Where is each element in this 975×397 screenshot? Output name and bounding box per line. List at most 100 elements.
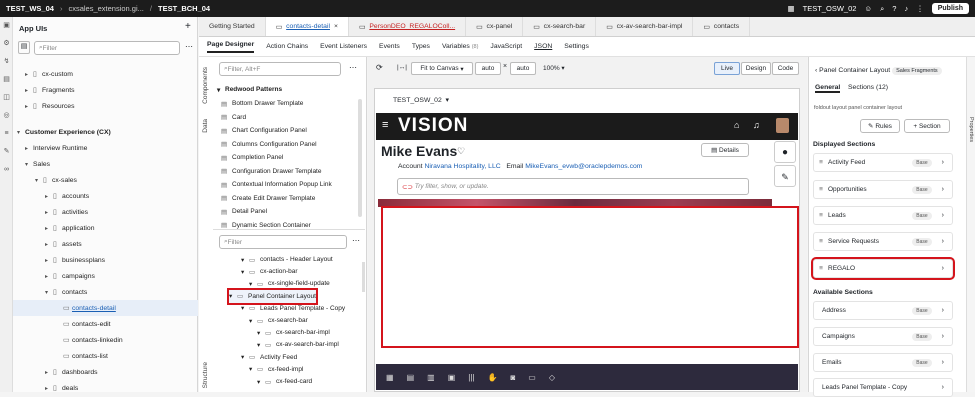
structure-node[interactable]: ▾ ▭ cx-search-bar (249, 314, 308, 327)
home-icon[interactable]: ⌂ (734, 120, 739, 130)
component-item[interactable]: ▤ Detail Panel (221, 205, 267, 218)
structure-node[interactable]: ▾ ▭ contacts - Header Layout (241, 253, 333, 266)
tab-contacts[interactable]: ▭ contacts (693, 17, 751, 36)
more-icon[interactable]: ⋯ (349, 63, 357, 72)
nav-item[interactable]: ▾ ▯ cx-sales (13, 172, 198, 188)
branch-name[interactable]: TEST_BCH_04 (158, 4, 210, 13)
drag-handle-icon[interactable]: ≡ (814, 186, 828, 193)
tab-persondeo[interactable]: ▭ PersonDEO_REGALOColl... (349, 17, 467, 36)
chevron-icon[interactable]: ▸ (45, 225, 53, 232)
nav-item[interactable]: ▸ ▯ application (13, 220, 198, 236)
component-item[interactable]: ▤ Columns Configuration Panel (221, 138, 317, 151)
structure-node[interactable]: ▾ ▭ cx-feed-impl (249, 363, 303, 376)
tab-general[interactable]: General (815, 84, 841, 93)
section-row[interactable]: ≡ Opportunities Base › (813, 180, 953, 199)
tab-types[interactable]: Types (412, 43, 430, 50)
nav-item[interactable]: ▸ ▯ Resources (13, 98, 198, 114)
structure-node[interactable]: ▾ ▭ Leads Panel Template - Copy (241, 302, 345, 315)
globe-icon[interactable]: ◎ (0, 107, 13, 125)
nav-item[interactable]: ▾ ▯ contacts (13, 284, 198, 300)
chevron-down-icon[interactable]: ▾ (257, 378, 265, 386)
chevron-icon[interactable]: ▸ (45, 241, 53, 248)
user-name[interactable]: TEST_OSW_02 (803, 4, 857, 13)
bell-icon[interactable]: ♪ (904, 4, 908, 13)
section-row[interactable]: ≡ Leads Base › (813, 206, 953, 225)
nav-item[interactable]: ▸ ▯ deals (13, 380, 198, 396)
nav-item[interactable]: ▸ Interview Runtime (13, 140, 198, 156)
chevron-down-icon[interactable]: ▾ (257, 329, 265, 337)
hand-icon[interactable]: ✋ (487, 373, 497, 382)
structure-node[interactable]: ▾ ▭ cx-feed-card (257, 375, 312, 388)
chevron-down-icon[interactable]: ▾ (257, 341, 265, 349)
nav-item[interactable]: ▭ contacts-linkedin (13, 332, 198, 348)
chevron-icon[interactable]: ▸ (45, 209, 53, 216)
grid-icon[interactable]: ▦ (788, 4, 795, 13)
components-side-tab[interactable]: Components (202, 67, 209, 104)
chevron-down-icon[interactable]: ▾ (241, 268, 249, 276)
add-section-button[interactable]: + Section (904, 119, 950, 133)
nav-item[interactable]: ▸ ▯ assets (13, 236, 198, 252)
link-icon[interactable]: ∞ (0, 161, 13, 179)
code-mode-button[interactable]: Code (772, 62, 799, 75)
chevron-icon[interactable]: ▸ (45, 257, 53, 264)
scrollbar[interactable] (358, 99, 362, 217)
nav-item[interactable]: ▸ ▯ dashboards (13, 364, 198, 380)
zoom-dropdown[interactable]: 100% ▾ (543, 64, 565, 72)
height-input[interactable]: auto (510, 62, 536, 75)
live-mode-button[interactable]: Live (714, 62, 740, 75)
nav-item[interactable]: ▭ contacts-edit (13, 316, 198, 332)
hamburger-icon[interactable]: ≡ (382, 119, 388, 131)
tab-cx-av-search-bar-impl[interactable]: ▭ cx-av-search-bar-impl (596, 17, 694, 36)
search-icon[interactable]: ⌕ (880, 4, 884, 14)
component-item[interactable]: ▤ Chart Configuration Panel (221, 124, 307, 137)
section-row[interactable]: ≡ Activity Feed Base › (813, 153, 953, 172)
scrollbar[interactable] (362, 262, 365, 292)
chevron-icon[interactable]: ▸ (45, 273, 53, 280)
tab-json[interactable]: JSON (534, 43, 552, 50)
chevron-down-icon[interactable]: ▾ (249, 280, 257, 288)
chevron-down-icon[interactable]: ▾ (229, 292, 237, 300)
structure-node[interactable]: ▾ ▭ Panel Container Layout (227, 287, 318, 305)
tab-settings[interactable]: Settings (564, 43, 589, 50)
details-button[interactable]: ▤ Details (701, 143, 749, 157)
tab-event-listeners[interactable]: Event Listeners (320, 43, 367, 50)
tab-action-chains[interactable]: Action Chains (266, 43, 308, 50)
structure-node[interactable]: ▾ ▭ cx-search-bar-impl (257, 326, 330, 339)
more-icon[interactable]: ⋯ (352, 236, 360, 245)
nav-item[interactable]: ▸ ▯ campaigns (13, 268, 198, 284)
properties-side-tab[interactable]: Properties (968, 117, 974, 142)
tag-icon[interactable]: ◇ (549, 373, 555, 382)
chevron-down-icon[interactable]: ▾ (241, 304, 249, 312)
check-icon[interactable]: ● (774, 141, 796, 163)
avatar[interactable] (776, 118, 789, 133)
drag-handle-icon[interactable]: ≡ (814, 159, 828, 166)
chevron-icon[interactable]: ▾ (17, 129, 25, 136)
nav-item[interactable]: ▸ ▯ Fragments (13, 82, 198, 98)
structure-node[interactable]: ▾ ▭ cx-action-bar (241, 265, 298, 278)
structure-side-tab[interactable]: Structure (202, 362, 209, 388)
panel-container-region[interactable] (381, 206, 799, 348)
tab-cx-panel[interactable]: ▭ cx-panel (466, 17, 524, 36)
back-link[interactable]: ‹ Panel Container Layout Sales Fragments (815, 67, 942, 75)
data-side-tab[interactable]: Data (202, 119, 209, 133)
chevron-right-icon[interactable]: › (942, 265, 944, 272)
chevron-right-icon[interactable]: › (942, 359, 944, 366)
date-icon[interactable]: ▥ (427, 373, 435, 382)
calendar-icon[interactable]: ▦ (386, 373, 394, 382)
component-item[interactable]: ▤ Card (221, 111, 246, 124)
tab-getting-started[interactable]: Getting Started (199, 17, 266, 36)
chevron-icon[interactable]: ▸ (45, 385, 53, 392)
chevron-icon[interactable]: ▸ (25, 145, 33, 152)
fit-dropdown[interactable]: Fit to Canvas ▾ (411, 62, 473, 75)
more-icon[interactable]: ⋯ (185, 42, 193, 51)
tab-events[interactable]: Events (379, 43, 400, 50)
drag-handle-icon[interactable]: ≡ (814, 212, 828, 219)
redwood-patterns-group[interactable]: ▾ Redwood Patterns (217, 83, 282, 96)
file-icon[interactable]: ▤ (0, 71, 13, 89)
layers-icon[interactable]: ≡ (0, 125, 13, 143)
structure-node[interactable]: ▾ ▭ cx-av-search-bar-impl (257, 338, 339, 351)
structure-node[interactable]: ▾ ▭ Activity Feed (241, 351, 297, 364)
component-item[interactable]: ▤ Configuration Drawer Template (221, 165, 321, 178)
emoji-icon[interactable]: ☺ (864, 4, 872, 13)
account-link[interactable]: Niravana Hospitality, LLC (424, 163, 500, 170)
